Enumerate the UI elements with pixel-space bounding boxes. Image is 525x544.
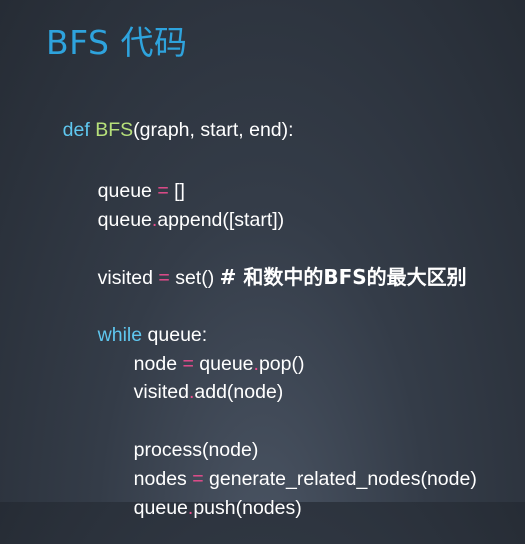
push-call: push(nodes) — [193, 497, 302, 519]
add-call: add(node) — [194, 381, 284, 403]
set-call: set() — [175, 267, 215, 289]
slide-title: BFS 代码 — [46, 23, 188, 62]
variable-visited: visited — [97, 267, 153, 289]
code-comment: # 和数中的BFS的最大区别 — [219, 265, 467, 289]
assign-operator: = — [158, 267, 170, 289]
variable-queue: queue — [97, 209, 152, 231]
object-visited: visited — [133, 381, 189, 403]
function-params: (graph, start, end): — [133, 119, 294, 141]
keyword-def: def — [62, 119, 90, 141]
function-name: BFS — [95, 119, 134, 141]
object-queue: queue — [133, 497, 188, 519]
append-call: append([start]) — [157, 209, 285, 231]
code-line-queue-push: queue.push(nodes) — [112, 472, 302, 544]
